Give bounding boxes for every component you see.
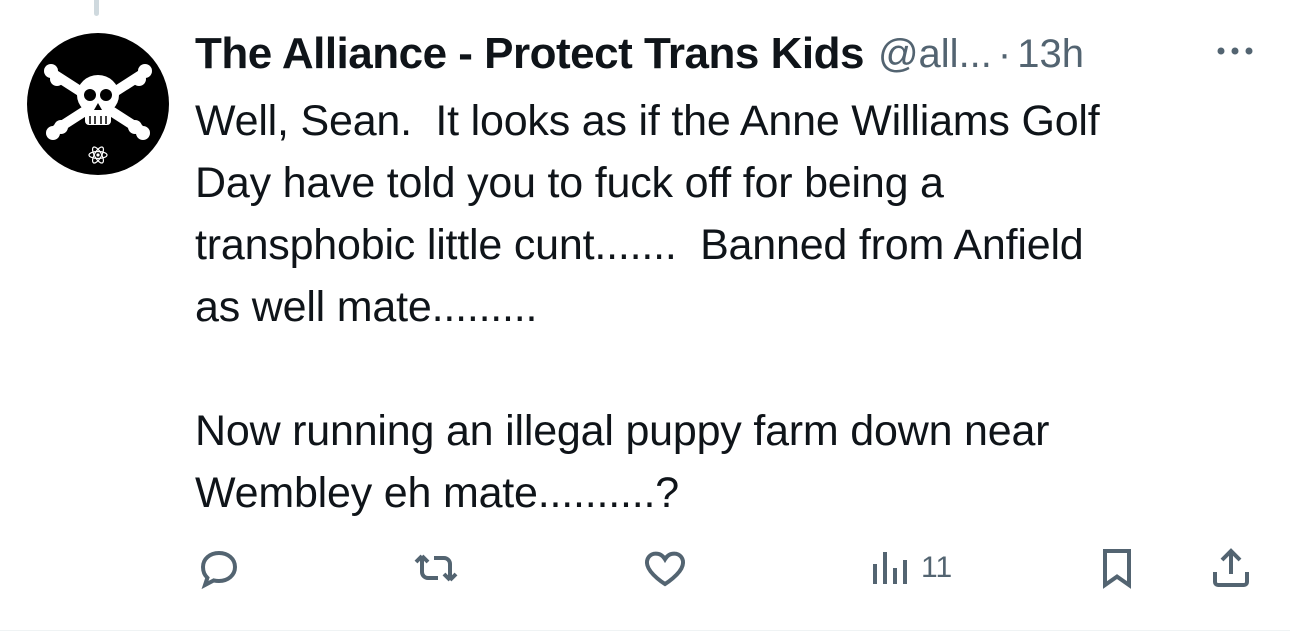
like-button[interactable] [641, 540, 689, 596]
author-handle[interactable]: @all... [878, 32, 992, 77]
skull-crossbones-icon [44, 64, 152, 164]
heart-icon [645, 551, 685, 587]
retweet-icon [414, 554, 458, 582]
bookmark-button[interactable] [1093, 540, 1141, 596]
thread-connector-line [94, 0, 99, 16]
share-button[interactable] [1207, 540, 1255, 596]
bookmark-icon [1103, 549, 1131, 589]
timestamp[interactable]: 13h [1017, 32, 1084, 77]
author-name[interactable]: The Alliance - Protect Trans Kids [195, 29, 864, 79]
more-options-icon[interactable] [1212, 36, 1258, 66]
avatar[interactable] [27, 33, 169, 175]
tweet-header: The Alliance - Protect Trans Kids @all..… [195, 27, 1084, 81]
views-count: 11 [921, 551, 953, 584]
reply-icon [200, 550, 238, 590]
share-icon [1213, 548, 1249, 587]
divider [0, 630, 1290, 631]
views-button[interactable]: 11 [865, 540, 952, 596]
retweet-button[interactable] [412, 540, 460, 596]
reply-button[interactable] [195, 540, 243, 596]
bar-chart-icon [873, 552, 907, 584]
separator-dot: · [997, 31, 1012, 76]
tweet-actions-bar: 11 [195, 540, 1260, 596]
tweet-text: Well, Sean. It looks as if the Anne Will… [195, 97, 1100, 517]
